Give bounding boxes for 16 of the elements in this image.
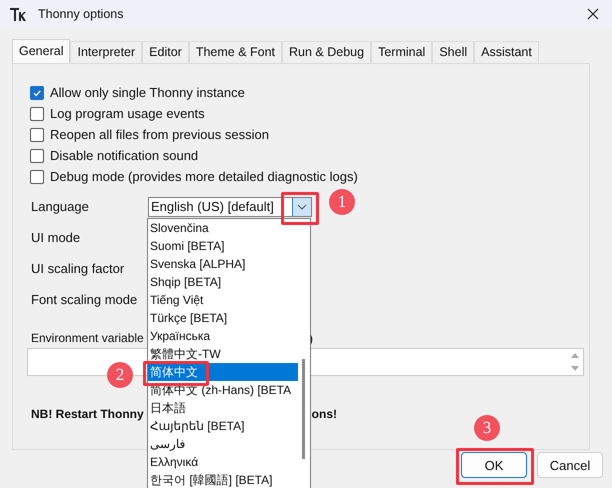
checkbox-label: Debug mode (provides more detailed diagnostic logs) (50, 169, 358, 184)
field-label: UI scaling factor (30, 261, 126, 276)
window-title: Thonny options (38, 7, 124, 21)
checkbox-label: Disable notification sound (50, 148, 198, 163)
field-label: UI mode (30, 230, 82, 245)
step-badge: 2 (107, 362, 133, 388)
notice-text: ons! (312, 407, 338, 421)
step-badge: 3 (474, 415, 500, 441)
checkbox-label: Allow only single Thonny instance (50, 85, 245, 100)
step-badge: 1 (329, 189, 355, 215)
checkbox-label: Log program usage events (50, 106, 205, 121)
field-label: Environment variable (31, 331, 144, 345)
checkbox-label: Reopen all files from previous session (50, 127, 269, 142)
field-label: Font scaling mode (30, 292, 138, 307)
notice-text: NB! Restart Thonny (31, 407, 144, 421)
field-label: Language (30, 199, 90, 214)
